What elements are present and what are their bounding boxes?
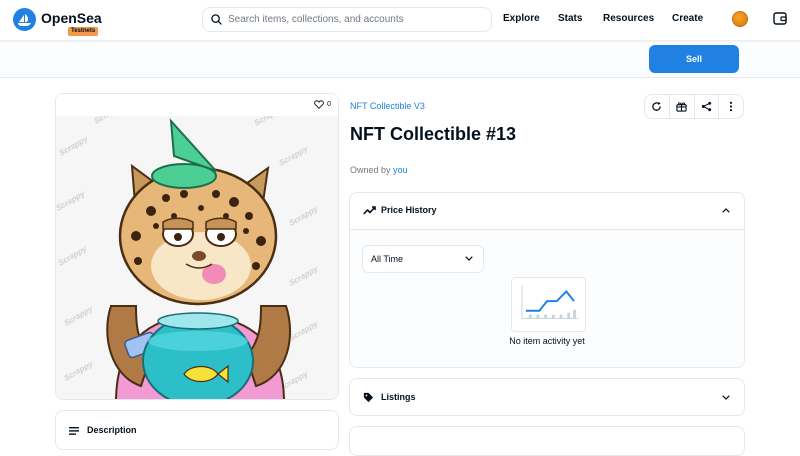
more-vertical-icon (730, 101, 733, 112)
avatar[interactable] (732, 11, 748, 27)
item-action-group (644, 94, 744, 119)
owned-prefix: Owned by (350, 165, 394, 175)
empty-chart-icon (511, 277, 586, 332)
offers-panel[interactable] (349, 426, 745, 456)
chevron-up-icon (722, 208, 730, 213)
description-panel[interactable]: Description (55, 410, 339, 450)
more-options-button[interactable] (719, 95, 743, 118)
top-navbar: OpenSea Testnets Explore Stats Resources… (0, 0, 800, 40)
nav-resources[interactable]: Resources (603, 13, 654, 24)
testnets-badge: Testnets (68, 27, 99, 36)
search-input[interactable] (228, 14, 478, 25)
transfer-button[interactable] (670, 95, 695, 118)
listings-panel[interactable]: Listings (349, 378, 745, 416)
favorite-button[interactable]: 0 (314, 100, 331, 109)
price-history-title: Price History (381, 205, 437, 215)
price-history-panel: Price History All Time No item activity … (349, 192, 745, 368)
opensea-logo-icon[interactable] (13, 8, 36, 31)
time-range-value: All Time (371, 254, 404, 264)
favorite-count: 0 (327, 101, 331, 108)
price-history-header[interactable]: Price History (350, 193, 744, 230)
collection-link[interactable]: NFT Collectible V3 (350, 101, 425, 111)
listings-title: Listings (381, 392, 416, 402)
description-title: Description (87, 425, 137, 435)
item-title: NFT Collectible #13 (350, 124, 517, 144)
image-card-header: 0 (56, 94, 338, 116)
empty-activity-text: No item activity yet (509, 336, 585, 346)
search-icon (211, 14, 222, 25)
time-range-select[interactable]: All Time (362, 245, 484, 273)
brand-name[interactable]: OpenSea (41, 10, 102, 26)
nft-image[interactable]: Scrappy Scrappy Scrappy Scrappy Scrappy … (56, 116, 339, 400)
nav-stats[interactable]: Stats (558, 13, 582, 24)
heart-icon (314, 100, 324, 109)
trend-line-icon (363, 206, 376, 215)
nav-explore[interactable]: Explore (503, 13, 540, 24)
search-box[interactable] (202, 7, 492, 32)
refresh-icon (652, 101, 662, 111)
share-button[interactable] (695, 95, 720, 118)
nft-image-card: 0 Scrappy Scrappy Scrappy Scrappy Scrapp… (55, 93, 339, 400)
nav-create[interactable]: Create (672, 13, 703, 24)
owner-link[interactable]: you (393, 165, 408, 175)
chevron-down-icon (465, 256, 473, 261)
wallet-icon[interactable] (773, 12, 787, 25)
gift-icon (676, 102, 687, 112)
owned-by: Owned by you (350, 165, 408, 175)
sell-button[interactable]: Sell (649, 45, 739, 73)
tag-icon (363, 392, 374, 403)
chevron-down-icon (722, 395, 730, 400)
share-icon (701, 101, 712, 112)
price-history-body: All Time No item activity yet (350, 230, 744, 367)
text-lines-icon (69, 427, 79, 435)
refresh-button[interactable] (645, 95, 670, 118)
